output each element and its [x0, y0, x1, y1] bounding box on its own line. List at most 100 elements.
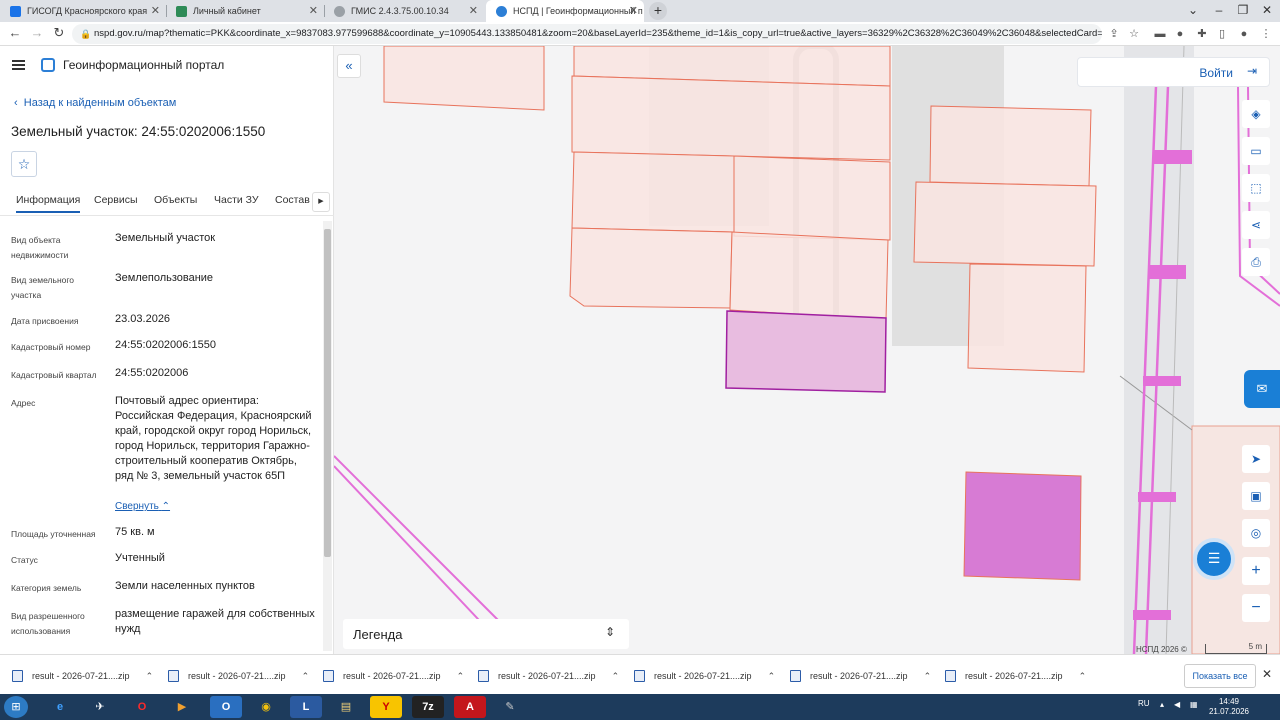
start-button-icon[interactable]: ⊞ — [4, 696, 28, 718]
chevron-up-icon[interactable]: ⌃ — [924, 671, 932, 682]
chevron-up-icon[interactable]: ⌃ — [302, 671, 310, 682]
utility-marker — [1143, 376, 1181, 386]
clock-time: 14:49 — [1218, 697, 1240, 706]
tab-composition[interactable]: Состав — [275, 194, 310, 206]
close-icon[interactable]: ✕ — [469, 4, 478, 17]
browser-tab-cabinet[interactable]: Личный кабинет ✕ — [166, 0, 324, 22]
collapse-link[interactable]: Свернуть ⌃ — [115, 501, 170, 512]
bird-app-icon[interactable]: ✈ — [84, 696, 116, 718]
pdf-reader-icon[interactable]: A — [454, 696, 486, 718]
outlook-icon[interactable]: O — [210, 696, 242, 718]
chat-icon[interactable]: ☰ — [1193, 538, 1235, 580]
feedback-icon[interactable]: ✉ — [1244, 370, 1280, 408]
url-field[interactable]: 🔒 nspd.gov.ru/map?thematic=PKK&coordinat… — [72, 24, 1102, 44]
browser-tab-nspd[interactable]: НСПД | Геоинформационный п ✕ — [486, 0, 644, 22]
geolocation-icon[interactable]: ◎ — [1242, 519, 1270, 547]
tab-objects[interactable]: Объекты — [154, 194, 197, 206]
bookmark-star-icon[interactable]: ☆ — [1126, 26, 1142, 42]
download-item[interactable]: result - 2026-07-21....zip ⌃ — [945, 667, 1086, 685]
back-to-results-link[interactable]: ‹ Назад к найденным объектам — [14, 97, 176, 109]
chevron-up-icon[interactable]: ⌃ — [146, 671, 154, 682]
property-value: Земли населенных пунктов — [115, 580, 255, 592]
opera-icon[interactable]: O — [126, 696, 158, 718]
minimize-icon[interactable]: – — [1206, 0, 1232, 22]
login-button[interactable]: Войти ⇥ — [1077, 57, 1270, 87]
legend-panel[interactable]: Легенда ⇕ — [343, 619, 629, 649]
map-credits: НСПД 2026 © — [1136, 645, 1187, 654]
zoom-out-icon[interactable]: − — [1242, 594, 1270, 622]
download-item[interactable]: result - 2026-07-21....zip ⌃ — [790, 667, 931, 685]
scrollbar-thumb[interactable] — [324, 229, 331, 557]
ruler-icon[interactable]: ▭ — [1242, 137, 1270, 165]
forward-icon[interactable]: → — [28, 25, 46, 40]
parcel — [571, 75, 891, 161]
archive-icon — [634, 670, 645, 682]
yandex-icon[interactable]: Y — [370, 696, 402, 718]
tab-parts[interactable]: Части ЗУ — [214, 194, 259, 206]
navigate-icon[interactable]: ➤ — [1242, 445, 1270, 473]
chrome-icon[interactable]: ◉ — [250, 696, 282, 718]
system-clock[interactable]: 14:49 21.07.2026 — [1206, 697, 1252, 717]
collapse-panel-button[interactable]: « — [337, 54, 361, 78]
sidepanel-icon[interactable]: ▯ — [1214, 26, 1230, 42]
7zip-icon[interactable]: 7z — [412, 696, 444, 718]
download-item[interactable]: result - 2026-07-21....zip ⌃ — [634, 667, 775, 685]
share-icon[interactable]: ⇪ — [1106, 26, 1122, 42]
browser-tab-gmis[interactable]: ГМИС 2.4.3.75.00.10.34 ✕ — [324, 0, 484, 22]
chevron-up-icon[interactable]: ⌃ — [612, 671, 620, 682]
highlighted-parcel[interactable] — [963, 471, 1082, 581]
menu-icon[interactable]: ⋮ — [1258, 26, 1274, 42]
hamburger-menu-icon[interactable] — [12, 60, 25, 70]
selected-parcel[interactable] — [725, 310, 887, 393]
login-label: Войти — [1199, 66, 1233, 80]
chevron-up-icon[interactable]: ⌃ — [457, 671, 465, 682]
minimap-icon[interactable]: ▣ — [1242, 482, 1270, 510]
close-icon[interactable]: ✕ — [629, 4, 638, 17]
tab-services[interactable]: Сервисы — [94, 194, 138, 206]
maximize-icon[interactable]: ❐ — [1230, 0, 1256, 22]
download-item[interactable]: result - 2026-07-21....zip ⌃ — [12, 667, 153, 685]
close-icon[interactable]: ✕ — [151, 4, 160, 17]
zoom-in-icon[interactable]: + — [1242, 557, 1270, 585]
download-item[interactable]: result - 2026-07-21....zip ⌃ — [478, 667, 619, 685]
volume-icon[interactable]: ◀ — [1174, 700, 1180, 709]
explorer-icon[interactable]: ▤ — [330, 696, 362, 718]
language-indicator[interactable]: RU — [1138, 699, 1150, 708]
cabinet-icon — [176, 5, 187, 17]
profile-icon[interactable]: ● — [1236, 26, 1252, 42]
network-icon[interactable]: ▦ — [1190, 700, 1198, 709]
tray-arrow-icon[interactable]: ▴ — [1160, 700, 1164, 709]
property-label: Кадастровый квартал — [11, 370, 97, 380]
download-item[interactable]: result - 2026-07-21....zip ⌃ — [323, 667, 464, 685]
chevron-up-icon[interactable]: ⌃ — [1079, 671, 1087, 682]
area-select-icon[interactable]: ⬚ — [1242, 174, 1270, 202]
close-icon[interactable]: ✕ — [309, 4, 318, 17]
puzzle-icon[interactable]: ✚ — [1194, 26, 1210, 42]
favorite-star-icon[interactable]: ☆ — [11, 151, 37, 177]
back-icon[interactable]: ← — [6, 25, 24, 40]
media-player-icon[interactable]: ▶ — [166, 696, 198, 718]
print-icon[interactable]: ⎙ — [1242, 248, 1270, 276]
new-tab-button[interactable]: + — [649, 2, 667, 20]
close-icon[interactable]: ✕ — [1262, 667, 1272, 681]
tabs-scroll-right-icon[interactable]: ▶ — [312, 192, 330, 212]
paint-icon[interactable]: ✎ — [494, 696, 526, 718]
extension-icon[interactable]: ● — [1172, 26, 1188, 42]
window-close-icon[interactable]: ✕ — [1254, 0, 1280, 22]
share-map-icon[interactable]: ⋖ — [1242, 211, 1270, 239]
map-canvas[interactable] — [334, 46, 1280, 654]
lync-icon[interactable]: L — [290, 696, 322, 718]
download-item[interactable]: result - 2026-07-21....zip ⌃ — [168, 667, 309, 685]
ie-icon[interactable]: e — [44, 696, 76, 718]
layers-icon[interactable]: ◈ — [1242, 100, 1270, 128]
property-label: Дата присвоения — [11, 316, 79, 326]
browser-tab-gisogd[interactable]: ГИСОГД Красноярского края ✕ — [0, 0, 166, 22]
chevron-up-icon[interactable]: ⌃ — [768, 671, 776, 682]
tab-search-icon[interactable]: ⌄ — [1180, 0, 1206, 22]
extension-icon[interactable]: ▬ — [1152, 26, 1168, 42]
panel-scrollbar[interactable] — [323, 221, 332, 651]
tab-information[interactable]: Информация — [16, 194, 81, 213]
reload-icon[interactable]: ↻ — [50, 25, 68, 41]
show-all-downloads-button[interactable]: Показать все — [1184, 664, 1256, 688]
map-icon — [10, 5, 21, 17]
